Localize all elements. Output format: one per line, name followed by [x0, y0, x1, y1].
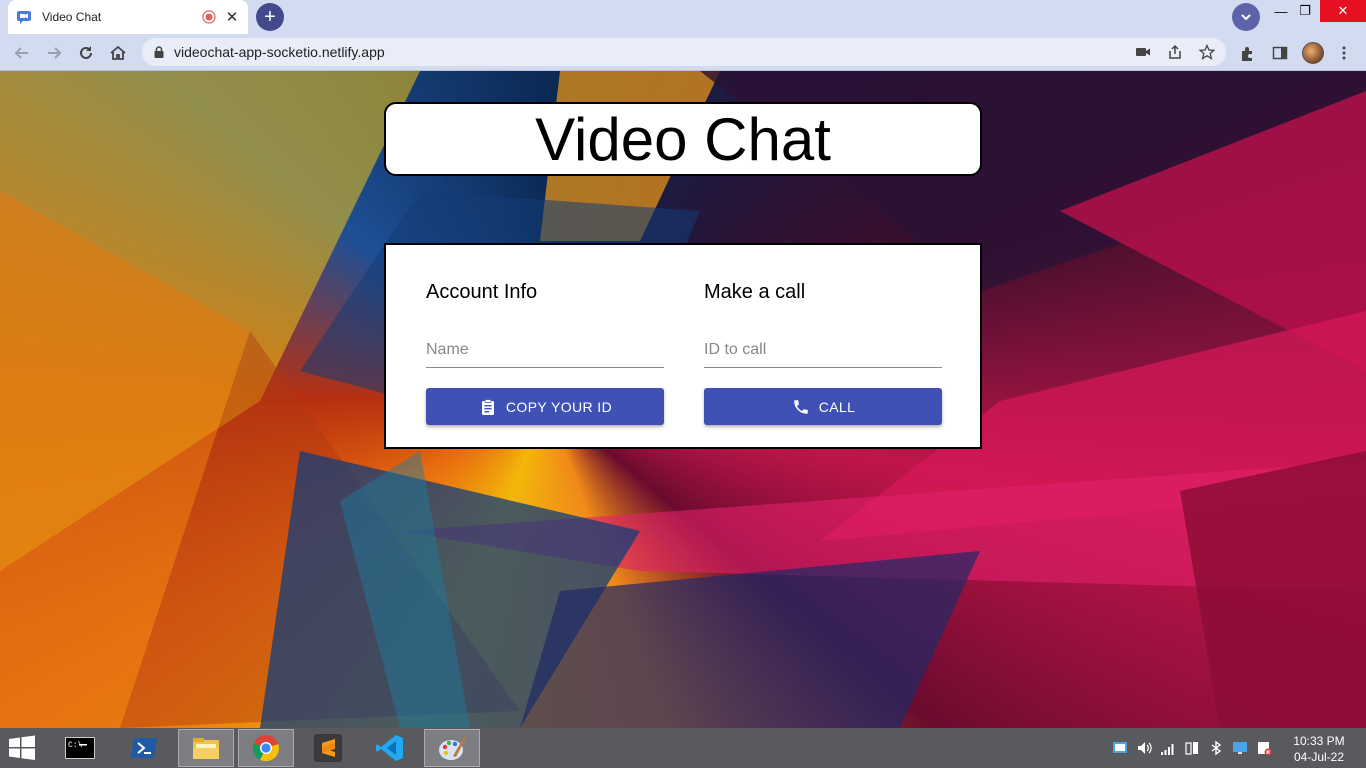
extensions-icon[interactable]: [1238, 43, 1258, 63]
page-viewport: Video Chat Account Info COPY YOUR ID Mak…: [0, 71, 1366, 728]
home-icon: [110, 45, 126, 60]
profile-avatar[interactable]: [1302, 42, 1324, 64]
clipboard-icon: [478, 397, 498, 417]
browser-titlebar: Video Chat ✕ + — ❐ ✕: [0, 0, 1366, 34]
powershell-icon: [131, 738, 157, 758]
network-adapter-icon[interactable]: [1112, 740, 1128, 756]
start-button[interactable]: [8, 735, 38, 761]
video-chat-favicon-icon: [16, 9, 32, 25]
vscode-icon: [376, 735, 403, 761]
paint-icon: [439, 737, 466, 760]
clock-date: 04-Jul-22: [1293, 750, 1345, 764]
tab-close-icon[interactable]: ✕: [224, 9, 240, 26]
taskbar-sublime[interactable]: [300, 729, 356, 767]
share-icon[interactable]: [1166, 43, 1184, 61]
tab-search-button[interactable]: [1232, 3, 1260, 31]
call-label: CALL: [818, 398, 856, 415]
url-text: videochat-app-socketio.netlify.app: [174, 44, 385, 60]
clock-time: 10:33 PM: [1293, 734, 1345, 748]
taskbar-file-explorer[interactable]: [178, 729, 234, 767]
lock-icon: [152, 45, 166, 59]
chevron-down-icon: [1241, 14, 1251, 21]
new-tab-button[interactable]: +: [256, 3, 284, 31]
taskbar-clock[interactable]: 10:33 PM 04-Jul-22: [1284, 733, 1354, 765]
cmd-icon: C:\: [65, 737, 95, 759]
arrow-left-icon: [14, 47, 28, 59]
page-title: Video Chat: [535, 105, 831, 173]
windows-taskbar: C:\ 10:33 PM 04-Jul-22: [0, 728, 1366, 768]
display-icon[interactable]: [1232, 740, 1248, 756]
volume-icon[interactable]: [1136, 740, 1152, 756]
taskbar-paint[interactable]: [424, 729, 480, 767]
address-bar[interactable]: videochat-app-socketio.netlify.app: [142, 38, 1226, 66]
arrow-right-icon: [48, 47, 62, 59]
copy-id-label: COPY YOUR ID: [505, 398, 613, 415]
name-input[interactable]: [426, 332, 664, 368]
make-call-section: Make a call CALL: [704, 281, 942, 425]
taskbar-cmd[interactable]: C:\: [52, 729, 108, 767]
chrome-icon: [252, 735, 279, 762]
call-form-card: Account Info COPY YOUR ID Make a call CA…: [384, 243, 982, 449]
id-to-call-input[interactable]: [704, 332, 942, 368]
reload-icon: [80, 46, 92, 59]
side-panel-icon[interactable]: [1270, 43, 1290, 63]
copy-id-button[interactable]: COPY YOUR ID: [426, 388, 664, 425]
tab-title: Video Chat: [42, 10, 102, 24]
taskbar-chrome[interactable]: [238, 729, 294, 767]
bookmark-star-icon[interactable]: [1198, 43, 1216, 61]
action-center-icon[interactable]: [1256, 740, 1272, 756]
windows-logo-icon: [9, 735, 35, 760]
title-card: Video Chat: [384, 102, 982, 176]
camera-in-use-icon[interactable]: [1134, 43, 1152, 61]
power-icon[interactable]: [1184, 740, 1200, 756]
browser-menu-icon[interactable]: [1334, 43, 1354, 63]
file-explorer-icon: [193, 738, 219, 759]
account-info-heading: Account Info: [426, 281, 538, 303]
signal-bars-icon[interactable]: [1160, 740, 1176, 756]
make-call-heading: Make a call: [704, 281, 806, 303]
taskbar-powershell[interactable]: [116, 729, 172, 767]
forward-button[interactable]: [42, 41, 66, 65]
phone-icon: [791, 397, 811, 417]
call-button[interactable]: CALL: [704, 388, 942, 425]
account-info-section: Account Info COPY YOUR ID: [426, 281, 664, 425]
browser-tab[interactable]: Video Chat ✕: [8, 0, 248, 34]
recording-indicator-icon: [202, 10, 216, 24]
home-button[interactable]: [106, 41, 130, 65]
taskbar-vscode[interactable]: [362, 729, 418, 767]
sublime-icon: [314, 734, 342, 762]
browser-toolbar: videochat-app-socketio.netlify.app: [0, 34, 1366, 71]
back-button[interactable]: [10, 41, 34, 65]
reload-button[interactable]: [74, 41, 98, 65]
window-close-button[interactable]: ✕: [1320, 0, 1366, 22]
bluetooth-icon[interactable]: [1208, 740, 1224, 756]
restore-button[interactable]: ❐: [1290, 0, 1320, 22]
